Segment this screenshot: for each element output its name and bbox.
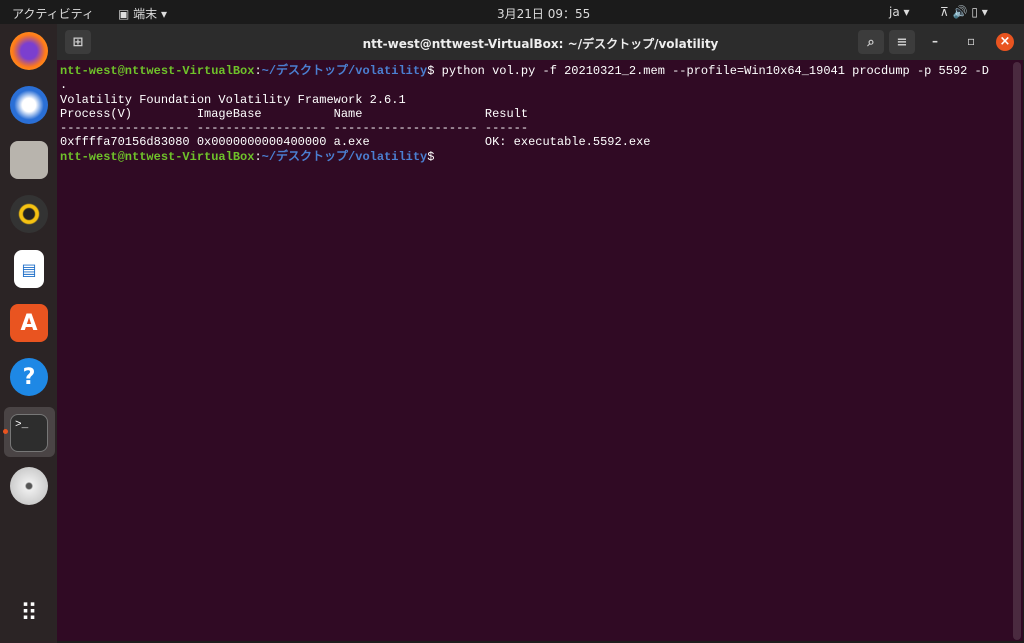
search-button[interactable]: ⌕ (858, 30, 884, 54)
table-separator: ------------------ ------------------ --… (60, 121, 529, 136)
terminal-output[interactable]: ntt-west@nttwest-VirtualBox:~/デスクトップ/vol… (57, 60, 1023, 641)
dock: ▤ A ? >_ ⠿ (0, 24, 57, 643)
top-bar: アクティビティ ▣ 端末 ▾ 3月21日 09：55 ja ▾ ⊼ 🔊 ▯ ▾ (0, 0, 1024, 24)
terminal-icon[interactable]: >_ (10, 414, 48, 452)
output-line: Volatility Foundation Volatility Framewo… (60, 92, 406, 107)
running-indicator (3, 429, 8, 434)
table-row: 0xffffa70156d83080 0x0000000000400000 a.… (60, 135, 651, 150)
minimize-button[interactable]: – (932, 34, 938, 48)
command: python vol.py -f 20210321_2.mem --profil… (441, 64, 989, 78)
terminal-text: ntt-west@nttwest-VirtualBox:~/デスクトップ/vol… (60, 64, 989, 164)
app-menu[interactable]: ▣ 端末 ▾ (118, 5, 167, 22)
activities-button[interactable]: アクティビティ (12, 5, 94, 22)
writer-icon[interactable]: ▤ (14, 250, 44, 288)
rhythmbox-icon[interactable] (10, 195, 48, 233)
thunderbird-icon[interactable] (10, 86, 48, 124)
dvd-icon[interactable] (10, 467, 48, 505)
menu-button[interactable]: ≡ (889, 30, 915, 54)
app-name: 端末 (133, 7, 158, 21)
software-icon[interactable]: A (10, 304, 48, 342)
scrollbar[interactable] (1013, 62, 1021, 640)
chevron-down-icon: ▾ (161, 7, 168, 21)
close-button[interactable]: × (996, 33, 1014, 51)
wrapped-text: . (60, 78, 68, 93)
table-header: Process(V) ImageBase Name Result (60, 106, 529, 121)
prompt-user: ntt-west@nttwest-VirtualBox (60, 149, 255, 164)
terminal-small-icon: ▣ (118, 7, 134, 21)
language-menu[interactable]: ja ▾ (889, 5, 910, 19)
window-titlebar: ⊞ ntt-west@nttwest-VirtualBox: ~/デスクトップ/… (57, 24, 1024, 60)
clock[interactable]: 3月21日 09：55 (497, 5, 590, 22)
system-tray[interactable]: ⊼ 🔊 ▯ ▾ (940, 5, 988, 19)
prompt-user: ntt-west@nttwest-VirtualBox (60, 64, 255, 78)
prompt-path: ~/デスクトップ/volatility (261, 149, 428, 164)
help-icon[interactable]: ? (10, 358, 48, 396)
maximize-button[interactable]: ▫ (967, 34, 975, 48)
files-icon[interactable] (10, 141, 48, 179)
prompt-path: ~/デスクトップ/volatility (261, 64, 428, 78)
show-applications-icon[interactable]: ⠿ (10, 594, 48, 632)
firefox-icon[interactable] (10, 32, 48, 70)
